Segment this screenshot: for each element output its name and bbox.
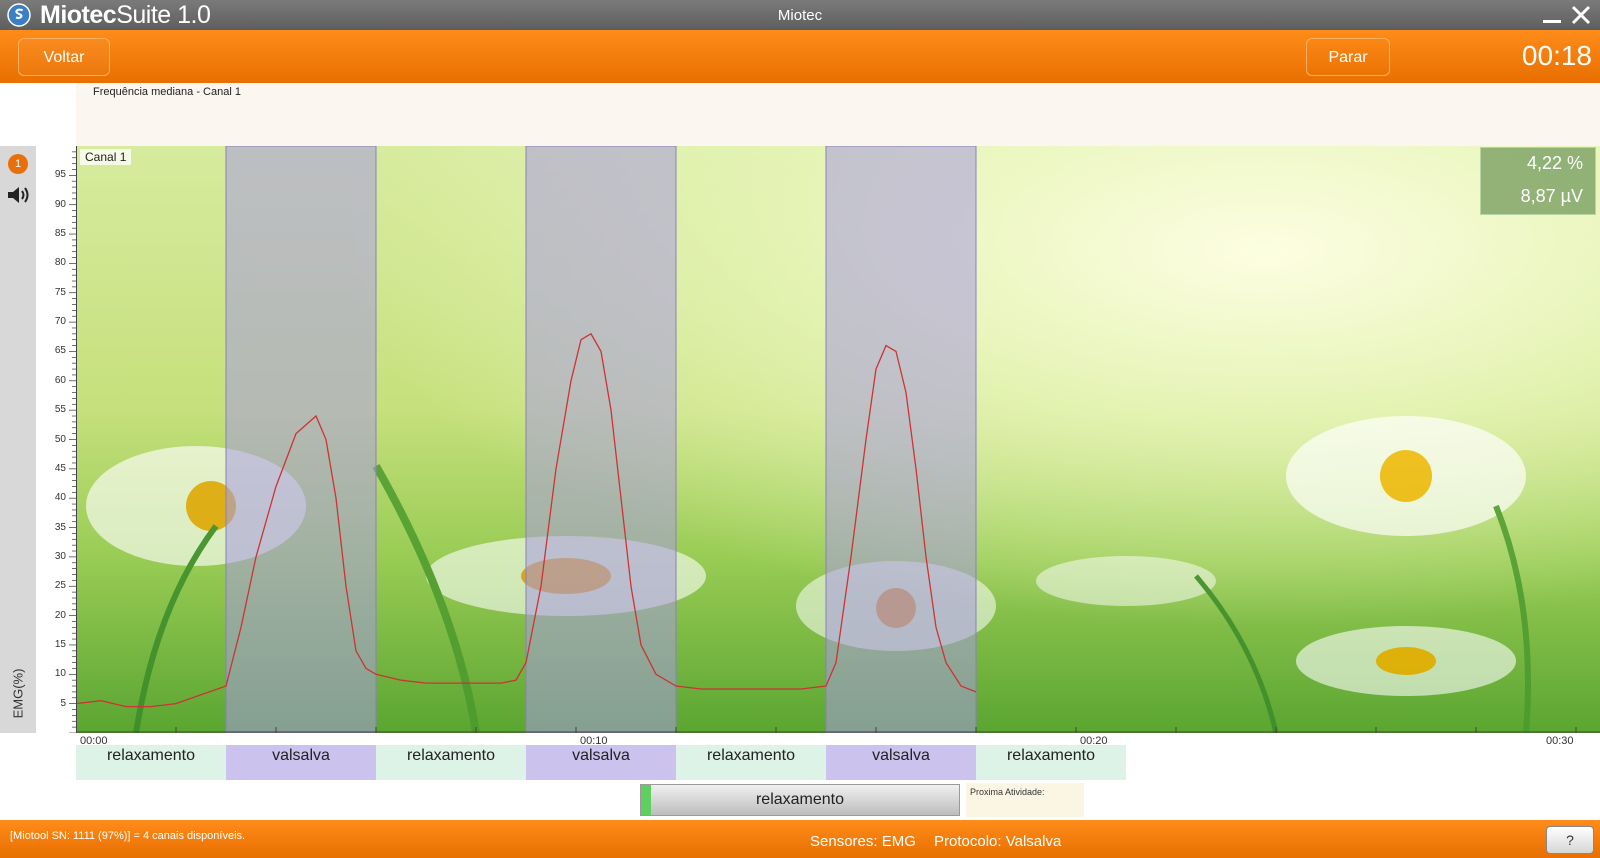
- y-tick-label: 25: [54, 580, 66, 592]
- phase-label-relax: relaxamento: [976, 745, 1126, 780]
- next-activity-panel: Proxima Atividade:: [966, 783, 1084, 817]
- close-icon[interactable]: [1569, 3, 1593, 27]
- phase-label-valsalva: valsalva: [226, 745, 376, 780]
- y-tick-label: 15: [54, 638, 66, 650]
- session-timer: 00:18: [1521, 40, 1592, 71]
- valsalva-band-6: [825, 146, 977, 733]
- phase-label-relax: relaxamento: [676, 745, 826, 780]
- next-activity-label: Proxima Atividade:: [970, 787, 1045, 797]
- phase-label-relax: relaxamento: [376, 745, 526, 780]
- y-tick-label: 5: [60, 697, 66, 709]
- x-tick-label: 00:30: [1546, 735, 1574, 747]
- valsalva-band-4: [525, 146, 677, 733]
- phase-label-valsalva: valsalva: [826, 745, 976, 780]
- protocol-label: Protocolo: Valsalva: [934, 833, 1062, 850]
- current-activity-bar: relaxamento: [640, 784, 960, 816]
- y-tick-label: 90: [54, 198, 66, 210]
- y-tick-label: 40: [54, 492, 66, 504]
- y-tick-label: 30: [54, 550, 66, 562]
- y-tick-label: 55: [54, 404, 66, 416]
- valsalva-band-2: [225, 146, 377, 733]
- phase-label-valsalva: valsalva: [526, 745, 676, 780]
- session-header: Voltar Parar 00:18: [0, 30, 1600, 83]
- help-button[interactable]: ?: [1546, 826, 1594, 854]
- readout-percent: 4,22 %: [1526, 153, 1583, 173]
- y-tick-label: 70: [54, 316, 66, 328]
- channel-number-badge[interactable]: 1: [8, 154, 28, 174]
- current-activity-label: relaxamento: [755, 791, 845, 808]
- speaker-icon[interactable]: [6, 184, 30, 206]
- activity-progress-fill: [641, 785, 651, 815]
- y-tick-label: 50: [54, 433, 66, 445]
- y-tick-label: 20: [54, 609, 66, 621]
- median-frequency-title: Frequência mediana - Canal 1: [93, 86, 241, 98]
- status-footer: [Miotool SN: 1111 (97%)] = 4 canais disp…: [0, 820, 1600, 858]
- y-tick-label: 60: [54, 374, 66, 386]
- y-tick-label: 75: [54, 286, 66, 298]
- channel-controls: 1 EMG(%): [0, 146, 36, 733]
- back-button[interactable]: Voltar: [18, 38, 110, 76]
- emg-chart: [76, 146, 1600, 733]
- y-axis: 5 10 15 20 25 30 35 40 45 50 55 60 65 70 75 80 85 90 95: [36, 146, 76, 733]
- stop-button[interactable]: Parar: [1306, 38, 1390, 76]
- emg-plot-area: Canal 1: [76, 146, 1600, 733]
- window-title: Miotec: [777, 7, 823, 24]
- channel-name-label: Canal 1: [80, 149, 132, 165]
- sensors-label: Sensores: EMG: [810, 833, 916, 850]
- y-tick-label: 95: [54, 169, 66, 181]
- y-tick-label: 10: [54, 668, 66, 680]
- title-bar: MiotecSuite 1.0 Miotec: [0, 0, 1600, 30]
- minimize-icon[interactable]: [1543, 20, 1561, 23]
- channel-readout: 4,22 % 8,87 µV: [1480, 147, 1596, 215]
- readout-voltage: 8,87 µV: [1520, 186, 1583, 206]
- y-tick-label: 65: [54, 345, 66, 357]
- median-frequency-panel: Frequência mediana - Canal 1: [76, 83, 1600, 146]
- y-tick-label: 85: [54, 228, 66, 240]
- y-tick-label: 45: [54, 462, 66, 474]
- y-tick-label: 80: [54, 257, 66, 269]
- y-axis-label: EMG(%): [10, 668, 26, 719]
- device-status: [Miotool SN: 1111 (97%)] = 4 canais disp…: [10, 830, 246, 842]
- phase-label-relax: relaxamento: [76, 745, 226, 780]
- y-tick-label: 35: [54, 521, 66, 533]
